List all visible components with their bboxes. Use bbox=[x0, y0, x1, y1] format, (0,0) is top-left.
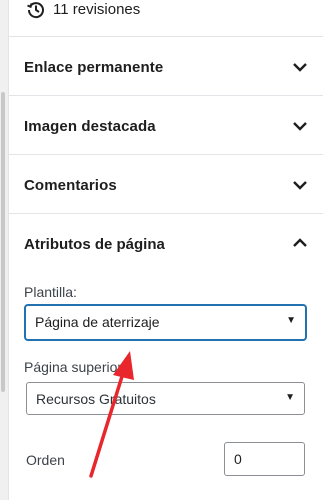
featured-image-title[interactable]: Imagen destacada bbox=[24, 118, 156, 135]
featured-image-section[interactable]: Imagen destacada bbox=[9, 96, 323, 155]
chevron-up-icon[interactable] bbox=[292, 235, 308, 251]
dropdown-arrow-icon: ▼ bbox=[285, 392, 295, 403]
revisions-label[interactable]: 11 revisiones bbox=[53, 1, 140, 18]
page-attributes-title[interactable]: Atributos de página bbox=[24, 236, 165, 253]
history-icon bbox=[27, 2, 44, 19]
page-attributes-section: Atributos de página Plantilla: Página de… bbox=[9, 213, 323, 500]
revisions-row[interactable]: 11 revisiones bbox=[9, 0, 323, 37]
template-select[interactable]: Página de aterrizaje ▼ bbox=[24, 304, 307, 341]
parent-page-select[interactable]: Recursos Gratuitos ▼ bbox=[26, 382, 305, 415]
order-label: Orden bbox=[26, 452, 65, 468]
parent-page-value: Recursos Gratuitos bbox=[36, 391, 156, 407]
comments-title[interactable]: Comentarios bbox=[24, 177, 117, 194]
template-value: Página de aterrizaje bbox=[35, 314, 160, 330]
template-label: Plantilla: bbox=[24, 284, 77, 300]
permalink-section[interactable]: Enlace permanente bbox=[9, 37, 323, 96]
permalink-title[interactable]: Enlace permanente bbox=[24, 59, 163, 76]
order-input[interactable]: 0 bbox=[224, 442, 305, 476]
chevron-down-icon[interactable] bbox=[292, 118, 308, 134]
chevron-down-icon[interactable] bbox=[292, 177, 308, 193]
chevron-down-icon[interactable] bbox=[292, 59, 308, 75]
editor-edge bbox=[0, 0, 9, 500]
parent-page-label: Página superior: bbox=[24, 359, 126, 375]
dropdown-arrow-icon: ▼ bbox=[286, 315, 296, 326]
comments-section[interactable]: Comentarios bbox=[9, 155, 323, 214]
scrollbar[interactable] bbox=[1, 92, 5, 392]
settings-sidebar: 11 revisiones Enlace permanente Imagen d… bbox=[9, 0, 323, 500]
order-value: 0 bbox=[234, 451, 242, 467]
